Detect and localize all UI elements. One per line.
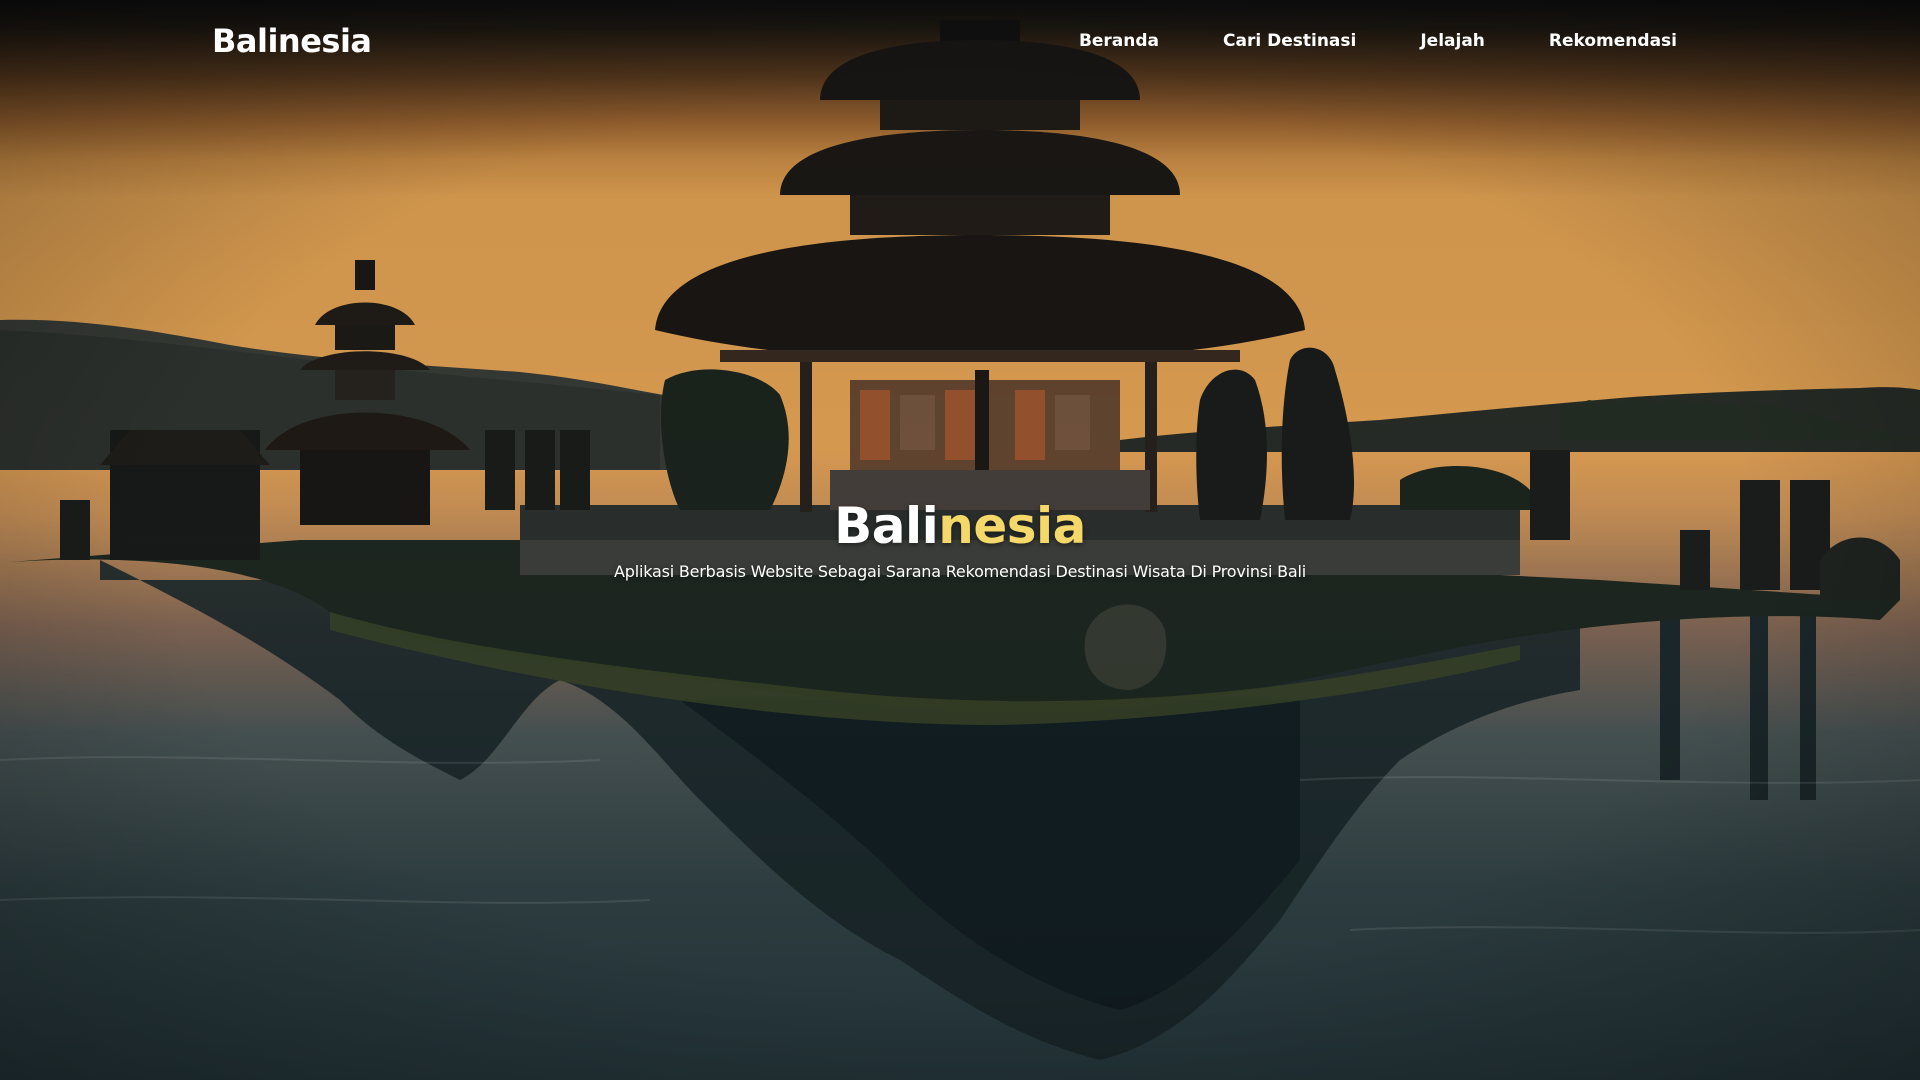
nav-menu: Beranda Cari Destinasi Jelajah Rekomenda…: [1079, 26, 1677, 56]
hero-title-part-bali: Bali: [834, 497, 939, 555]
nav-item-rekomendasi: Rekomendasi: [1549, 26, 1677, 56]
nav-item-jelajah: Jelajah: [1420, 26, 1485, 56]
nav-link-cari-destinasi[interactable]: Cari Destinasi: [1223, 31, 1356, 51]
nav-item-cari-destinasi: Cari Destinasi: [1223, 26, 1356, 56]
nav-link-beranda[interactable]: Beranda: [1079, 31, 1159, 51]
hero-section: Balinesia Aplikasi Berbasis Website Seba…: [0, 494, 1920, 584]
landing-page: Balinesia Beranda Cari Destinasi Jelajah…: [0, 0, 1920, 1080]
brand-logo-link[interactable]: Balinesia: [212, 18, 372, 64]
nav-link-rekomendasi[interactable]: Rekomendasi: [1549, 31, 1677, 51]
navbar: Balinesia Beranda Cari Destinasi Jelajah…: [0, 0, 1920, 84]
hero-title: Balinesia: [0, 494, 1920, 558]
nav-item-beranda: Beranda: [1079, 26, 1159, 56]
hero-title-part-nesia: nesia: [938, 497, 1086, 555]
nav-link-jelajah[interactable]: Jelajah: [1420, 31, 1485, 51]
hero-subtitle: Aplikasi Berbasis Website Sebagai Sarana…: [614, 562, 1306, 581]
